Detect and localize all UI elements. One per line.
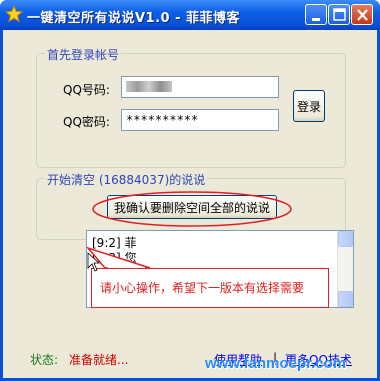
login-button[interactable]: 登录 <box>293 90 325 122</box>
minimize-button[interactable] <box>305 4 327 25</box>
qq-number-input[interactable] <box>121 76 279 98</box>
scroll-down-icon[interactable] <box>338 291 353 307</box>
redacted-number <box>126 81 172 92</box>
log-scrollbar[interactable] <box>337 231 353 307</box>
maximize-button[interactable] <box>328 4 350 25</box>
minimize-icon <box>312 18 320 21</box>
close-icon <box>357 9 368 21</box>
window-title: 一键清空所有说说V1.0 - 菲菲博客 <box>27 11 241 26</box>
app-window: 一键清空所有说说V1.0 - 菲菲博客 首先登录帐号 QQ号码: QQ密码: *… <box>0 0 380 381</box>
watermark: www.fanmoepr.com <box>205 355 347 372</box>
log-line: [9:3] 您 <box>92 251 137 265</box>
qq-password-input[interactable]: ********** <box>121 109 279 131</box>
title-bar[interactable]: 一键清空所有说说V1.0 - 菲菲博客 <box>0 0 380 30</box>
qq-number-label: QQ号码: <box>63 83 110 97</box>
annotation-callout: 请小心操作，希望下一版本有选择需要 <box>91 268 329 308</box>
close-button[interactable] <box>351 4 373 25</box>
clear-group-legend: 开始清空 (16884037)的说说 <box>45 171 208 188</box>
star-icon <box>5 5 23 23</box>
qq-password-label: QQ密码: <box>63 115 110 129</box>
scroll-up-icon[interactable] <box>338 231 353 247</box>
annotation-text: 请小心操作，希望下一版本有选择需要 <box>100 281 305 295</box>
confirm-delete-button[interactable]: 我确认要删除空间全部的说说 <box>107 195 277 219</box>
login-group: 首先登录帐号 QQ号码: QQ密码: ********** 登录 <box>36 46 346 168</box>
status-value: 准备就绪... <box>69 353 129 367</box>
client-area: 首先登录帐号 QQ号码: QQ密码: ********** 登录 开始清空 (1… <box>3 30 377 378</box>
login-group-legend: 首先登录帐号 <box>45 46 122 63</box>
maximize-icon <box>333 8 346 21</box>
status-label: 状态: <box>30 353 59 367</box>
